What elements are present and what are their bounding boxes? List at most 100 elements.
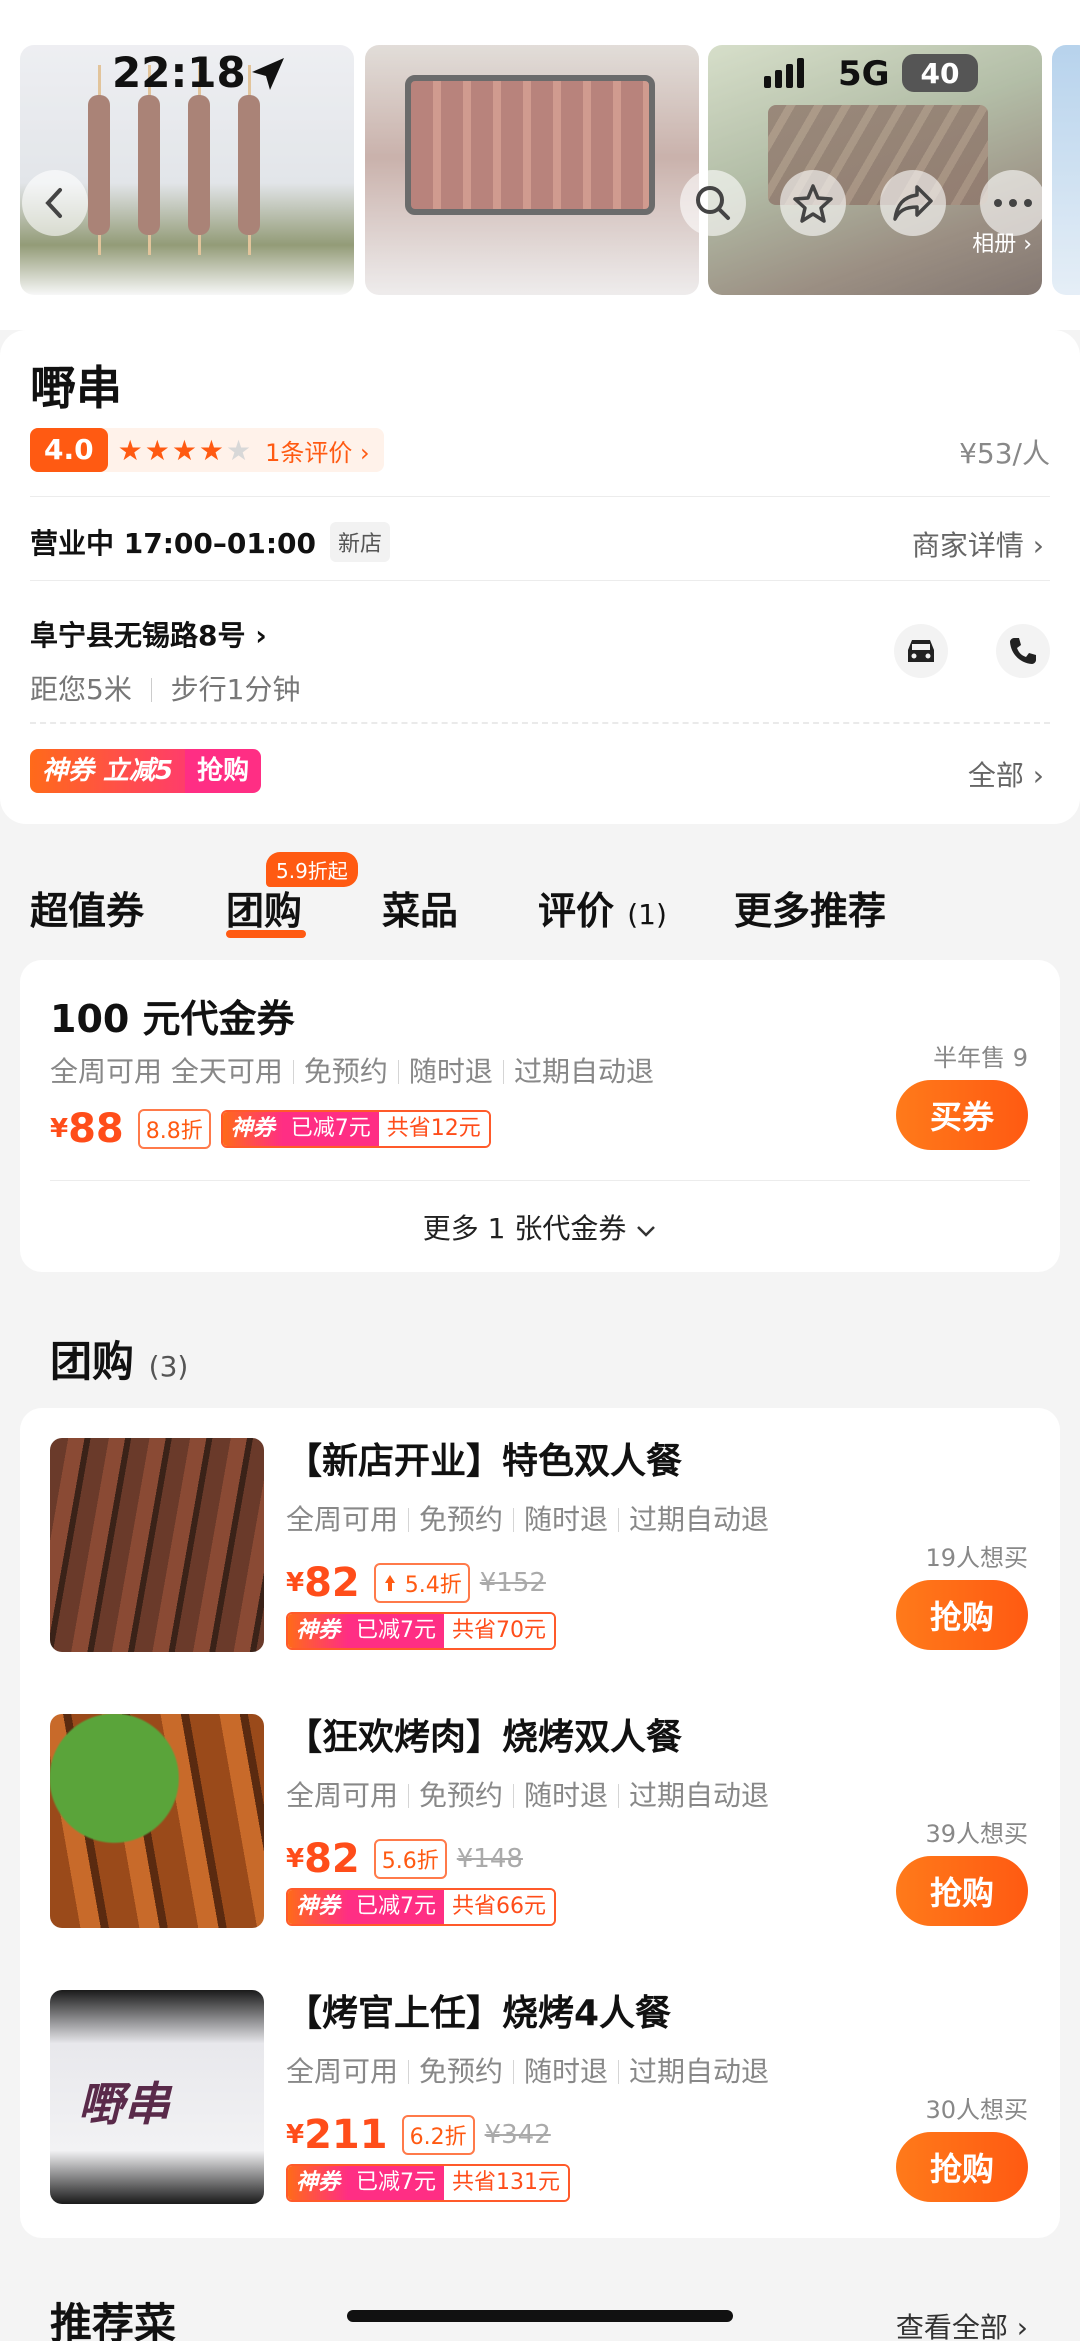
- signal-icon: [764, 58, 804, 88]
- deal-price-row: ¥ 82 5.4折 ¥152: [286, 1560, 546, 1606]
- network-label: 5G: [838, 54, 890, 94]
- reviews-link[interactable]: 1条评价 ›: [265, 433, 370, 468]
- coupon-label: 神券 立减5: [30, 749, 186, 793]
- chevron-down-icon: [637, 1226, 656, 1237]
- deal-wants-count: 19人想买: [925, 1544, 1028, 1572]
- taxi-button[interactable]: [894, 624, 948, 678]
- tab-reviews-label: 评价: [538, 889, 615, 933]
- deal-tag: 随时退: [503, 1503, 608, 1536]
- tab-reviews[interactable]: 评价 (1): [538, 880, 667, 935]
- dashed-divider: [30, 722, 1050, 724]
- currency-symbol: ¥: [286, 1844, 305, 1874]
- deal-tag: 过期自动退: [608, 1779, 769, 1812]
- deal-discount: 5.4折: [373, 1563, 470, 1603]
- deal-tags: 全周可用 免预约 随时退 过期自动退: [286, 1498, 769, 1538]
- group-buy-discount-badge: 5.9折起: [266, 852, 358, 887]
- shen-saved: 共省66元: [444, 1890, 555, 1924]
- view-all-link[interactable]: 查看全部 ›: [896, 2306, 1028, 2341]
- tab-group-buy[interactable]: 团购: [226, 880, 302, 935]
- deal-tag: 全周可用: [286, 1503, 399, 1536]
- deal-title[interactable]: 【狂欢烤肉】烧烤双人餐: [286, 1708, 682, 1760]
- deal-original-price: ¥148: [456, 1844, 523, 1874]
- deal-price: 82: [304, 1836, 360, 1882]
- deal-coupon-row: 神券 已减7元 共省66元: [286, 1888, 557, 1926]
- deal-title[interactable]: 【新店开业】特色双人餐: [286, 1432, 682, 1484]
- tab-vouchers[interactable]: 超值券: [30, 880, 144, 935]
- voucher-price: 88: [68, 1106, 124, 1152]
- rating-row[interactable]: 4.0 ★★★★★ 1条评价 ›: [30, 428, 384, 472]
- deal-price: 211: [304, 2112, 388, 2158]
- voucher-tag: 随时退: [388, 1055, 493, 1088]
- buy-voucher-button[interactable]: 买券: [896, 1080, 1028, 1150]
- deal-image[interactable]: 嘢串: [50, 1990, 264, 2204]
- share-button[interactable]: [880, 170, 946, 236]
- deal-wants-count: 30人想买: [925, 2096, 1028, 2124]
- grab-deal-button[interactable]: 抢购: [896, 2132, 1028, 2202]
- shen-label: 神券: [288, 1614, 349, 1648]
- phone-icon: [1010, 638, 1036, 664]
- shen-saved: 共省12元: [378, 1112, 489, 1146]
- battery-icon: 40: [902, 54, 978, 92]
- car-icon: [908, 640, 934, 662]
- more-vouchers-label: 更多 1 张代金券: [422, 1212, 627, 1245]
- back-button[interactable]: [22, 170, 88, 236]
- shop-name: 嘢串: [30, 361, 122, 415]
- photo-gallery[interactable]: 22:18 5G 40 相册 ›: [0, 0, 1080, 330]
- shen-label: 神券: [222, 1112, 283, 1146]
- all-coupons-link[interactable]: 全部 ›: [968, 754, 1044, 794]
- shop-logo-text: 嘢串: [78, 2077, 170, 2131]
- address-link[interactable]: 阜宁县无锡路8号 ›: [30, 614, 267, 654]
- group-buy-section-title: 团购 (3): [50, 1328, 188, 1389]
- divider: [30, 580, 1050, 581]
- shen-reduced: 已减7元: [282, 1112, 379, 1146]
- distance-info: 距您5米 步行1分钟: [30, 668, 300, 708]
- hours-text: 营业中 17:00–01:00: [30, 527, 317, 560]
- call-button[interactable]: [996, 624, 1050, 678]
- deal-tag: 免预约: [398, 2055, 503, 2088]
- more-vouchers-toggle[interactable]: 更多 1 张代金券: [0, 1207, 1080, 1247]
- divider: [30, 496, 1050, 497]
- battery-level: 40: [920, 56, 960, 90]
- deal-tags: 全周可用 免预约 随时退 过期自动退: [286, 2050, 769, 2090]
- price-per-person: ¥53/人: [959, 437, 1050, 470]
- shen-coupon-tag: 神券 已减7元 共省12元: [220, 1110, 491, 1148]
- deal-image[interactable]: [50, 1714, 264, 1928]
- shen-reduced: 已减7元: [348, 1890, 445, 1924]
- grab-deal-button[interactable]: 抢购: [896, 1580, 1028, 1650]
- tab-more-recommend[interactable]: 更多推荐: [734, 880, 886, 935]
- voucher-tags: 全周可用 全天可用 免预约 随时退 过期自动退: [50, 1050, 654, 1090]
- divider: [50, 1180, 1030, 1181]
- group-count: (3): [148, 1350, 189, 1383]
- currency-symbol: ¥: [50, 1114, 69, 1144]
- favorite-button[interactable]: [780, 170, 846, 236]
- tab-dishes[interactable]: 菜品: [382, 880, 458, 935]
- shen-coupon-tag: 神券 已减7元 共省131元: [286, 2164, 571, 2202]
- album-link[interactable]: 相册 ›: [972, 226, 1032, 258]
- deal-wants-count: 39人想买: [925, 1820, 1028, 1848]
- deal-tag: 免预约: [398, 1503, 503, 1536]
- search-button[interactable]: [680, 170, 746, 236]
- shen-label: 神券: [288, 1890, 349, 1924]
- deal-discount-text: 5.4折: [404, 1573, 462, 1598]
- merchant-details-link[interactable]: 商家详情 ›: [912, 524, 1044, 564]
- deal-coupon-row: 神券 已减7元 共省70元: [286, 1612, 557, 1650]
- group-title: 团购: [50, 1337, 135, 1386]
- deal-title[interactable]: 【烤官上任】烧烤4人餐: [286, 1984, 671, 2036]
- coupon-grab-button[interactable]: 抢购: [185, 749, 262, 793]
- voucher-sold-count: 半年售 9: [933, 1044, 1028, 1072]
- voucher-tag: 免预约: [283, 1055, 388, 1088]
- deal-price-row: ¥ 211 6.2折 ¥342: [286, 2112, 551, 2158]
- walk-time: 步行1分钟: [170, 673, 301, 706]
- deal-tag: 过期自动退: [608, 1503, 769, 1536]
- voucher-discount: 8.8折: [137, 1109, 211, 1149]
- deal-original-price: ¥152: [479, 1568, 546, 1598]
- deal-tag: 全周可用: [286, 2055, 399, 2088]
- home-indicator[interactable]: [347, 2310, 733, 2322]
- share-icon: [893, 185, 933, 221]
- grab-deal-button[interactable]: 抢购: [896, 1856, 1028, 1926]
- shen-reduced: 已减7元: [348, 2166, 445, 2200]
- currency-symbol: ¥: [286, 1568, 305, 1598]
- separator: [150, 678, 152, 702]
- deal-image[interactable]: [50, 1438, 264, 1652]
- super-coupon-banner[interactable]: 神券 立减5 抢购: [30, 749, 262, 793]
